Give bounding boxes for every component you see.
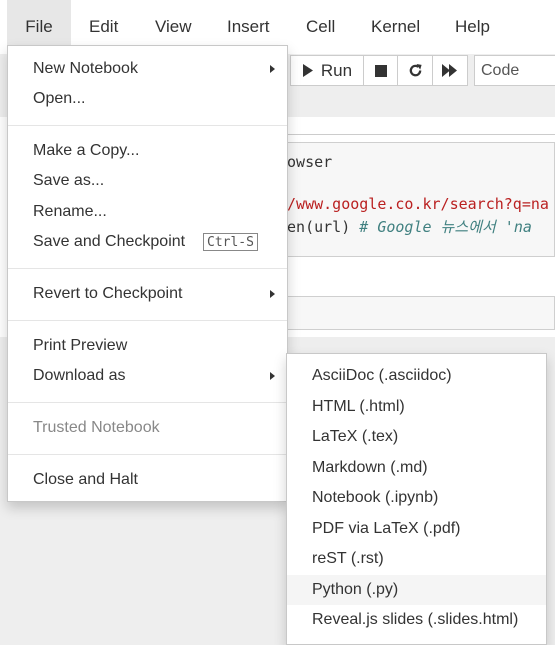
- menu-item-trusted-notebook: Trusted Notebook: [8, 413, 287, 443]
- menu-item-label: New Notebook: [33, 60, 138, 77]
- code-fragment: pen(url): [278, 218, 360, 236]
- run-button[interactable]: Run: [290, 55, 364, 86]
- menu-item-label: Rename...: [33, 203, 107, 220]
- next-cell[interactable]: [250, 296, 555, 330]
- code-line: pen(url) # Google 뉴스에서 'na: [278, 216, 532, 237]
- shortcut-badge: Ctrl-S: [203, 233, 258, 251]
- play-icon: [302, 64, 313, 77]
- menu-item-label: Markdown (.md): [312, 459, 428, 476]
- menu-item-label: Python (.py): [312, 581, 399, 598]
- caret-right-icon: [270, 65, 275, 73]
- menu-item-close-halt[interactable]: Close and Halt: [8, 465, 287, 495]
- menu-kernel[interactable]: Kernel: [371, 0, 420, 54]
- download-python[interactable]: Python (.py): [287, 575, 546, 605]
- menu-item-save-checkpoint[interactable]: Save and Checkpoint Ctrl-S: [8, 227, 287, 257]
- menu-divider: [8, 402, 287, 403]
- menu-item-rename[interactable]: Rename...: [8, 197, 287, 227]
- menu-divider: [8, 268, 287, 269]
- menu-item-label: Trusted Notebook: [33, 419, 160, 436]
- menu-item-open[interactable]: Open...: [8, 84, 287, 114]
- restart-run-all-button[interactable]: [432, 55, 468, 86]
- menu-item-label: Make a Copy...: [33, 142, 140, 159]
- download-submenu: AsciiDoc (.asciidoc) HTML (.html) LaTeX …: [286, 353, 547, 645]
- menu-item-revert-checkpoint[interactable]: Revert to Checkpoint: [8, 279, 287, 309]
- menu-item-label: Revert to Checkpoint: [33, 285, 183, 302]
- code-cell[interactable]: rowser //www.google.co.kr/search?q=na pe…: [250, 142, 555, 257]
- divider: [250, 134, 555, 135]
- download-html[interactable]: HTML (.html): [287, 392, 546, 422]
- code-comment: # Google 뉴스에서 'na: [359, 218, 532, 236]
- menu-item-label: LaTeX (.tex): [312, 428, 399, 445]
- caret-right-icon: [270, 290, 275, 298]
- interrupt-button[interactable]: [363, 55, 398, 86]
- menu-help[interactable]: Help: [455, 0, 490, 54]
- download-latex[interactable]: LaTeX (.tex): [287, 422, 546, 452]
- download-reveal-slides[interactable]: Reveal.js slides (.slides.html): [287, 605, 546, 635]
- menu-item-save-as[interactable]: Save as...: [8, 166, 287, 196]
- caret-right-icon: [270, 372, 275, 380]
- menu-divider: [8, 320, 287, 321]
- menu-item-print-preview[interactable]: Print Preview: [8, 331, 287, 361]
- menu-item-download-as[interactable]: Download as: [8, 361, 287, 391]
- menu-divider: [8, 454, 287, 455]
- menu-item-label: PDF via LaTeX (.pdf): [312, 520, 461, 537]
- download-asciidoc[interactable]: AsciiDoc (.asciidoc): [287, 361, 546, 391]
- menu-item-label: Save and Checkpoint: [33, 233, 186, 250]
- menu-item-label: Reveal.js slides (.slides.html): [312, 611, 519, 628]
- download-markdown[interactable]: Markdown (.md): [287, 453, 546, 483]
- code-line: //www.google.co.kr/search?q=na: [278, 195, 549, 213]
- stop-icon: [374, 64, 387, 77]
- menu-item-label: Open...: [33, 90, 86, 107]
- download-rest[interactable]: reST (.rst): [287, 544, 546, 574]
- menu-item-label: reST (.rst): [312, 550, 384, 567]
- menu-item-label: Notebook (.ipynb): [312, 489, 439, 506]
- cell-type-select[interactable]: Code: [474, 55, 555, 86]
- file-menu: New Notebook Open... Make a Copy... Save…: [7, 45, 288, 502]
- menu-item-label: Close and Halt: [33, 471, 138, 488]
- menu-item-label: HTML (.html): [312, 398, 405, 415]
- download-pdf[interactable]: PDF via LaTeX (.pdf): [287, 514, 546, 544]
- menu-item-new-notebook[interactable]: New Notebook: [8, 54, 287, 84]
- restart-button[interactable]: [397, 55, 433, 86]
- menu-divider: [8, 125, 287, 126]
- menu-item-label: Print Preview: [33, 337, 128, 354]
- menu-item-label: AsciiDoc (.asciidoc): [312, 367, 452, 384]
- menu-item-label: Save as...: [33, 172, 105, 189]
- download-notebook[interactable]: Notebook (.ipynb): [287, 483, 546, 513]
- fast-forward-icon: [442, 64, 457, 77]
- menu-item-label: Download as: [33, 367, 126, 384]
- restart-icon: [409, 63, 422, 77]
- menu-cell[interactable]: Cell: [306, 0, 335, 54]
- menu-item-make-copy[interactable]: Make a Copy...: [8, 136, 287, 166]
- run-label: Run: [320, 60, 353, 80]
